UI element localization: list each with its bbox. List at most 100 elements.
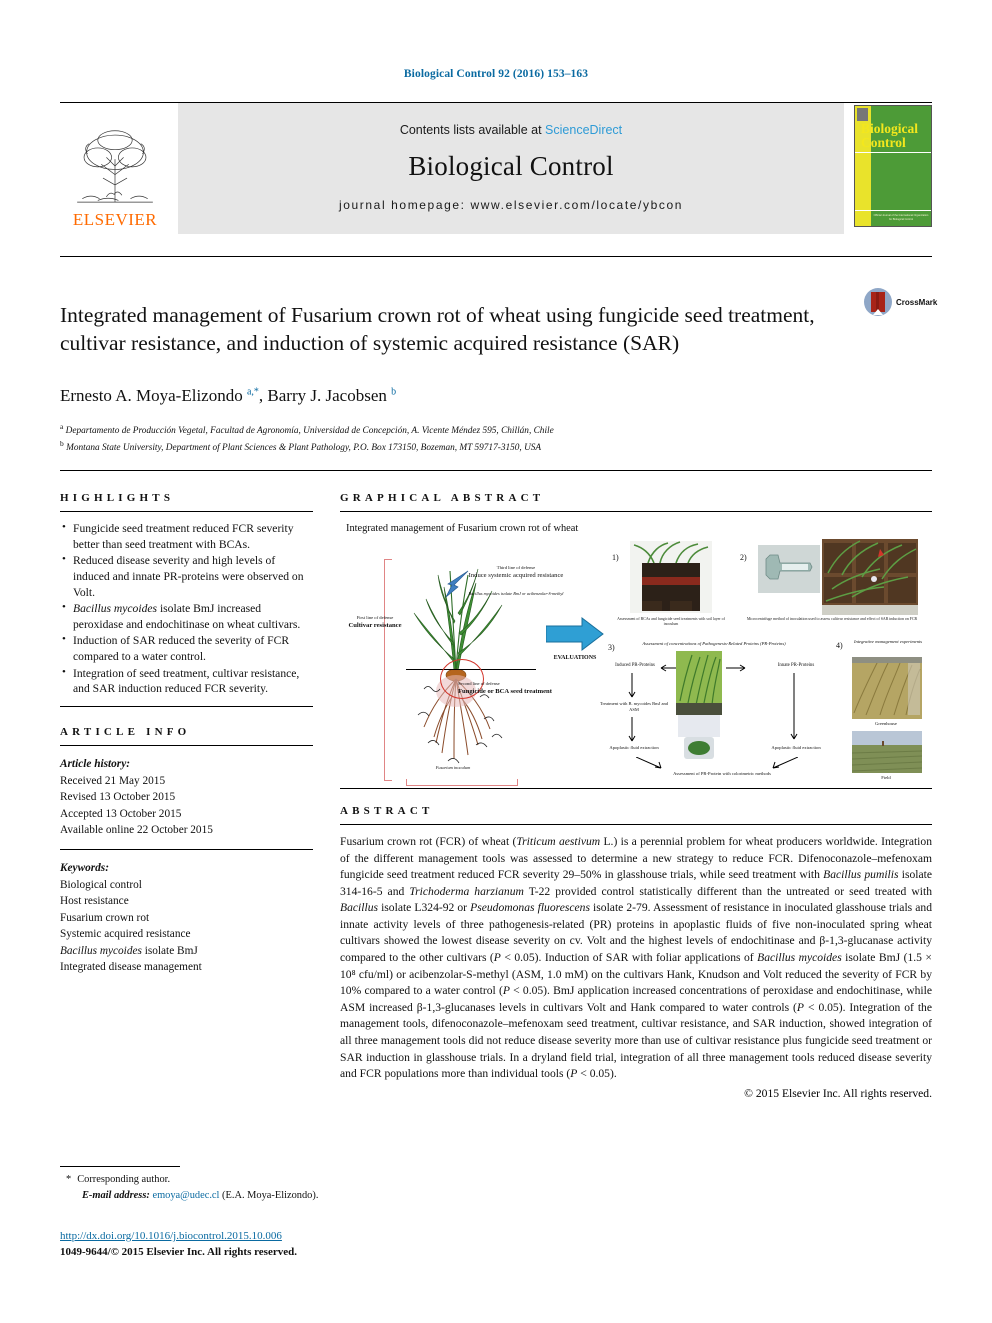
cover-title: Biological Control [859, 121, 931, 151]
article-history-label: Article history: [60, 758, 130, 771]
second-line-of-defense-label: Second line of defense [458, 681, 500, 686]
panel-1-number: 1) [612, 553, 619, 562]
panel-2-number: 2) [740, 553, 747, 562]
panel-3-treatment-label: Treatment with B. mycoides BmJ and ASM [599, 701, 669, 713]
issn-copyright-line: 1049-9644/© 2015 Elsevier Inc. All right… [60, 1245, 297, 1258]
third-line-of-defense-label: Third line of defense [496, 565, 536, 570]
email-label: E-mail address: [82, 1190, 150, 1202]
article-history-item: Revised 13 October 2015 [60, 791, 176, 804]
highlight-item: Bacillus mycoides isolate BmJ increased … [60, 600, 313, 632]
panel-3-down-arrow-right-icon [790, 673, 798, 740]
article-history-items: Received 21 May 2015 Revised 13 October 2… [60, 773, 313, 839]
article-info-divider [60, 849, 313, 851]
email-owner: (E.A. Moya-Elizondo). [222, 1190, 319, 1202]
abstract-paragraph: Fusarium crown rot (FCR) of wheat (Triti… [340, 835, 933, 1081]
panel-4-field-photo [852, 731, 922, 773]
corresponding-author-note: * Corresponding author. E-mail address: e… [66, 1172, 566, 1204]
keyword-item: Host resistance [60, 895, 129, 908]
running-head: Biological Control 92 (2016) 153–163 [403, 68, 589, 80]
cover-title-line1: Biological [861, 121, 918, 136]
inoculum-bracket [406, 779, 518, 786]
ga-figure-title: Integrated management of Fusarium crown … [346, 523, 579, 534]
evaluations-label: EVALUATIONS [553, 655, 597, 661]
panel-3-converge-arrow-left-icon [636, 757, 662, 769]
abstract-text: Fusarium crown rot (FCR) of wheat (Triti… [340, 834, 932, 1083]
crossmark-badge[interactable]: CrossMark [864, 288, 937, 316]
sar-agents-label: Bacillus mycoides isolate BmJ or acibenz… [468, 591, 564, 596]
highlight-item: Reduced disease severity and high levels… [60, 552, 313, 600]
crossmark-icon [864, 288, 892, 316]
evaluations-arrow-icon [546, 617, 604, 651]
journal-banner: Contents lists available at ScienceDirec… [178, 103, 844, 234]
contents-lists-prefix: Contents lists available at [399, 123, 542, 137]
keyword-item: Systemic acquired resistance [60, 928, 191, 941]
left-column: HIGHLIGHTS Fungicide seed treatment redu… [60, 492, 313, 976]
panel-3-right-arrow-icon [726, 664, 746, 672]
affiliation-b: b Montana State University, Department o… [60, 439, 542, 454]
article-info-heading: ARTICLE INFO [60, 726, 191, 739]
panel-3-converge-arrow-right-icon [772, 757, 798, 769]
keyword-item: Integrated disease management [60, 961, 202, 974]
doi-link[interactable]: http://dx.doi.org/10.1016/j.biocontrol.2… [60, 1229, 620, 1245]
panel-3-number: 3) [608, 643, 615, 652]
panel-2-tray-photo [822, 539, 918, 615]
innate-pr-proteins-label: Innate PR-Proteins [777, 663, 815, 668]
panel-3-photo [676, 651, 722, 759]
panel-3-down-arrow-left2-icon [628, 717, 636, 742]
panel-1-photo [630, 541, 712, 613]
corresponding-author-label: Corresponding author. [77, 1174, 171, 1185]
email-line: E-mail address: emoya@udec.cl (E.A. Moya… [66, 1188, 566, 1204]
highlight-item: Induction of SAR reduced the severity of… [60, 632, 313, 664]
panel-2-tube-photo [758, 545, 820, 593]
body-divider [60, 470, 932, 471]
induce-sar-label: Induce systemic acquired resistance [468, 572, 564, 579]
asterisk-icon: * [66, 1174, 72, 1185]
email-address-link[interactable]: emoya@udec.cl [152, 1190, 219, 1201]
panel-3-bottom-label: Assessment of PR-Protein with colorimetr… [673, 771, 771, 776]
article-history: Article history: Received 21 May 2015 Rev… [60, 756, 313, 838]
affiliations: a Departamento de Producción Vegetal, Fa… [60, 421, 860, 455]
elsevier-wordmark: ELSEVIER [72, 210, 158, 229]
panel-4-greenhouse-photo [852, 657, 922, 719]
greenhouse-label: Greenhouse [875, 721, 897, 726]
cover-title-line2: Control [861, 135, 906, 151]
journal-homepage[interactable]: journal homepage: www.elsevier.com/locat… [339, 198, 683, 212]
sar-blue-arrow-icon [445, 570, 469, 598]
panel-1-caption: Assessment of BCAs and fungicide seed tr… [617, 617, 725, 627]
keyword-item: Biological control [60, 878, 142, 891]
article-history-item: Received 21 May 2015 [60, 774, 166, 787]
panel-3-apoplastic-right-label: Apoplastic fluid extraction [771, 745, 821, 750]
corresponding-author-line: * Corresponding author. [66, 1172, 566, 1188]
footnote-rule [60, 1166, 180, 1167]
page-title: Integrated management of Fusarium crown … [60, 303, 815, 355]
panel-3-caption: Assessment of concentrations of Pathogen… [642, 641, 786, 646]
article-history-item: Available online 22 October 2015 [60, 823, 213, 836]
cultivar-resistance-label: Cultivar resistance [348, 622, 402, 629]
defense-bracket [384, 559, 392, 781]
cover-rule-bottom [855, 210, 931, 212]
highlights-heading: HIGHLIGHTS [60, 492, 175, 504]
graphical-abstract-figure: Integrated management of Fusarium crown … [340, 521, 932, 789]
elsevier-tree-icon [77, 130, 153, 203]
fusarium-inoculum-label: Fusarium inoculum [435, 765, 471, 770]
contents-lists-line: Contents lists available at ScienceDirec… [400, 123, 622, 137]
panel-4-caption: Integrative management experiments [853, 639, 923, 644]
cover-corner-mark [857, 108, 868, 121]
cover-rule-top [855, 152, 931, 154]
first-line-of-defense-label: First line of defense [356, 615, 394, 620]
graphical-abstract-bottom-rule [340, 788, 932, 789]
field-label: Field [881, 775, 891, 780]
abstract-heading: ABSTRACT [340, 805, 434, 817]
keyword-item: Bacillus mycoides isolate BmJ [60, 944, 198, 957]
article-history-item: Accepted 13 October 2015 [60, 807, 182, 820]
panel-4-number: 4) [836, 641, 843, 650]
abstract-copyright: © 2015 Elsevier Inc. All rights reserved… [744, 1086, 932, 1100]
keywords: Keywords: Biological control Host resista… [60, 860, 313, 975]
panel-2-caption: Microcentrifuge method of inoculation us… [746, 617, 918, 621]
panel-3-apoplastic-left-label: Apoplastic fluid extraction [609, 745, 659, 750]
panel-3-left-arrow-icon [660, 664, 676, 672]
right-column: GRAPHICAL ABSTRACT Integrated management… [340, 492, 932, 1100]
keyword-item: Fusarium crown rot [60, 911, 150, 924]
sciencedirect-link[interactable]: ScienceDirect [545, 123, 622, 137]
highlights-bottom-rule [60, 706, 313, 708]
